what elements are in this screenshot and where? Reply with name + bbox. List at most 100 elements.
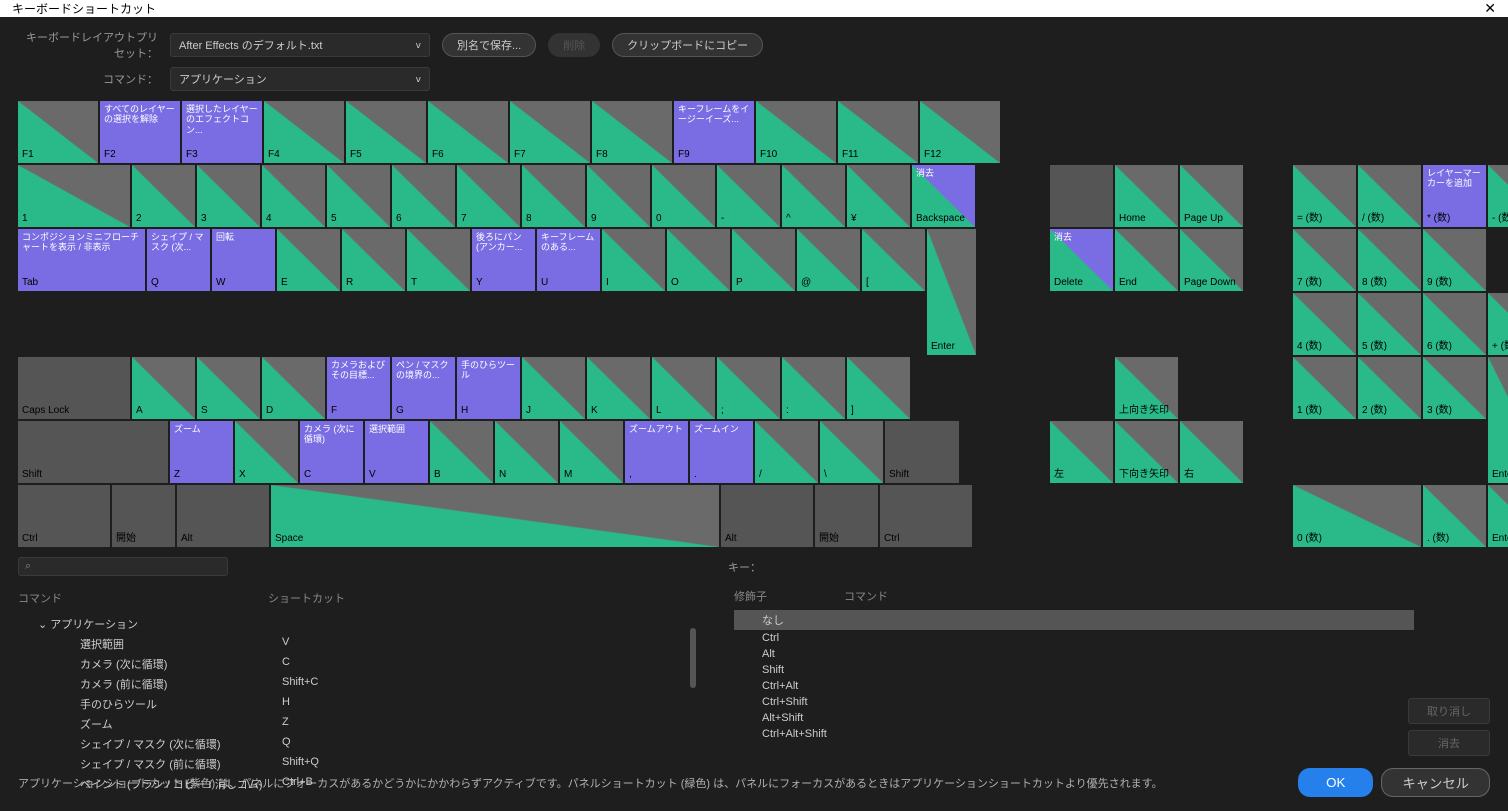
key-@[interactable]: @ [797,229,860,291]
key-\[interactable]: \ [820,421,883,483]
key-1[interactable]: 1 [18,165,130,227]
tree-row[interactable]: 手のひらツールH [18,694,688,714]
modifier-row[interactable]: Ctrl [734,630,1414,646]
key-6 (数)[interactable]: 6 (数) [1423,293,1486,355]
modifier-row[interactable]: Ctrl+Alt [734,678,1414,694]
key-Tab[interactable]: コンポジションミニフローチャートを表示 / 非表示Tab [18,229,145,291]
key-+ (数)[interactable]: + (数) [1488,293,1508,355]
tree-row[interactable]: カメラ (前に循環)Shift+C [18,674,688,694]
key-Q[interactable]: シェイプ / マスク (次...Q [147,229,210,291]
key-F2[interactable]: すべてのレイヤーの選択を解除F2 [100,101,180,163]
key-L[interactable]: L [652,357,715,419]
key-F1[interactable]: F1 [18,101,98,163]
key-A[interactable]: A [132,357,195,419]
key-上向き矢印[interactable]: 上向き矢印 [1115,357,1178,419]
key-Z[interactable]: ズームZ [170,421,233,483]
key-Caps Lock[interactable]: Caps Lock [18,357,130,419]
key-開始[interactable]: 開始 [815,485,878,547]
key-8 (数)[interactable]: 8 (数) [1358,229,1421,291]
key-.[interactable]: ズームイン. [690,421,753,483]
key-5 (数)[interactable]: 5 (数) [1358,293,1421,355]
key-右[interactable]: 右 [1180,421,1243,483]
key-W[interactable]: 回転W [212,229,275,291]
key-左[interactable]: 左 [1050,421,1113,483]
key-6[interactable]: 6 [392,165,455,227]
key-. (数)[interactable]: . (数) [1423,485,1486,547]
modifier-list[interactable]: なしCtrlAltShiftCtrl+AltCtrl+ShiftAlt+Shif… [734,610,1414,742]
tree-row[interactable]: カメラ (次に循環)C [18,654,688,674]
modifier-row[interactable]: Ctrl+Shift [734,694,1414,710]
cancel-button[interactable]: キャンセル [1381,768,1490,797]
key-P[interactable]: P [732,229,795,291]
key-K[interactable]: K [587,357,650,419]
key-Page Down[interactable]: Page Down [1180,229,1243,291]
command-tree[interactable]: ⌄ アプリケーション選択範囲Vカメラ (次に循環)Cカメラ (前に循環)Shif… [18,614,688,794]
key-U[interactable]: キーフレームのある...U [537,229,600,291]
modifier-row[interactable]: Ctrl+Alt+Shift [734,726,1414,742]
key-/ (数)[interactable]: / (数) [1358,165,1421,227]
key-F11[interactable]: F11 [838,101,918,163]
key-9[interactable]: 9 [587,165,650,227]
key-B[interactable]: B [430,421,493,483]
key-1 (数)[interactable]: 1 (数) [1293,357,1356,419]
key-V[interactable]: 選択範囲V [365,421,428,483]
key-blank[interactable] [1050,165,1113,227]
key-F12[interactable]: F12 [920,101,1000,163]
key-Shift[interactable]: Shift [885,421,959,483]
key-O[interactable]: O [667,229,730,291]
key-開始[interactable]: 開始 [112,485,175,547]
key-X[interactable]: X [235,421,298,483]
tree-row[interactable]: シェイプ / マスク (次に循環)Q [18,734,688,754]
key-F8[interactable]: F8 [592,101,672,163]
modifier-row[interactable]: Alt [734,646,1414,662]
key-Alt[interactable]: Alt [721,485,813,547]
key-;[interactable]: ; [717,357,780,419]
key-F6[interactable]: F6 [428,101,508,163]
ok-button[interactable]: OK [1298,768,1373,797]
key-= (数)[interactable]: = (数) [1293,165,1356,227]
key-4 (数)[interactable]: 4 (数) [1293,293,1356,355]
key-,[interactable]: ズームアウト, [625,421,688,483]
key-Delete[interactable]: 消去Delete [1050,229,1113,291]
key-Home[interactable]: Home [1115,165,1178,227]
key-C[interactable]: カメラ (次に循環)C [300,421,363,483]
key-Ctrl[interactable]: Ctrl [18,485,110,547]
key-R[interactable]: R [342,229,405,291]
key-Shift[interactable]: Shift [18,421,168,483]
key-8[interactable]: 8 [522,165,585,227]
key-^[interactable]: ^ [782,165,845,227]
key-Enter[interactable]: Enter [1488,485,1508,547]
key-下向き矢印[interactable]: 下向き矢印 [1115,421,1178,483]
key-0[interactable]: 0 [652,165,715,227]
tree-row[interactable]: ズームZ [18,714,688,734]
key-J[interactable]: J [522,357,585,419]
key-/[interactable]: / [755,421,818,483]
modifier-row[interactable]: Alt+Shift [734,710,1414,726]
key-3[interactable]: 3 [197,165,260,227]
key-N[interactable]: N [495,421,558,483]
key-D[interactable]: D [262,357,325,419]
key-I[interactable]: I [602,229,665,291]
close-icon[interactable]: ✕ [1484,0,1496,17]
key-[[interactable]: [ [862,229,925,291]
key-4[interactable]: 4 [262,165,325,227]
key--[interactable]: - [717,165,780,227]
key-3 (数)[interactable]: 3 (数) [1423,357,1486,419]
key-Ctrl[interactable]: Ctrl [880,485,972,547]
key-Alt[interactable]: Alt [177,485,269,547]
key-T[interactable]: T [407,229,470,291]
scrollbar[interactable] [690,628,696,688]
key-E[interactable]: E [277,229,340,291]
key-9 (数)[interactable]: 9 (数) [1423,229,1486,291]
key-2[interactable]: 2 [132,165,195,227]
key-7 (数)[interactable]: 7 (数) [1293,229,1356,291]
key-7[interactable]: 7 [457,165,520,227]
key-5[interactable]: 5 [327,165,390,227]
key-Y[interactable]: 後ろにパン (アンカー...Y [472,229,535,291]
key-M[interactable]: M [560,421,623,483]
key-End[interactable]: End [1115,229,1178,291]
modifier-row[interactable]: なし [734,610,1414,630]
key-F3[interactable]: 選択したレイヤーのエフェクトコン...F3 [182,101,262,163]
key-0 (数)[interactable]: 0 (数) [1293,485,1421,547]
key-Page Up[interactable]: Page Up [1180,165,1243,227]
